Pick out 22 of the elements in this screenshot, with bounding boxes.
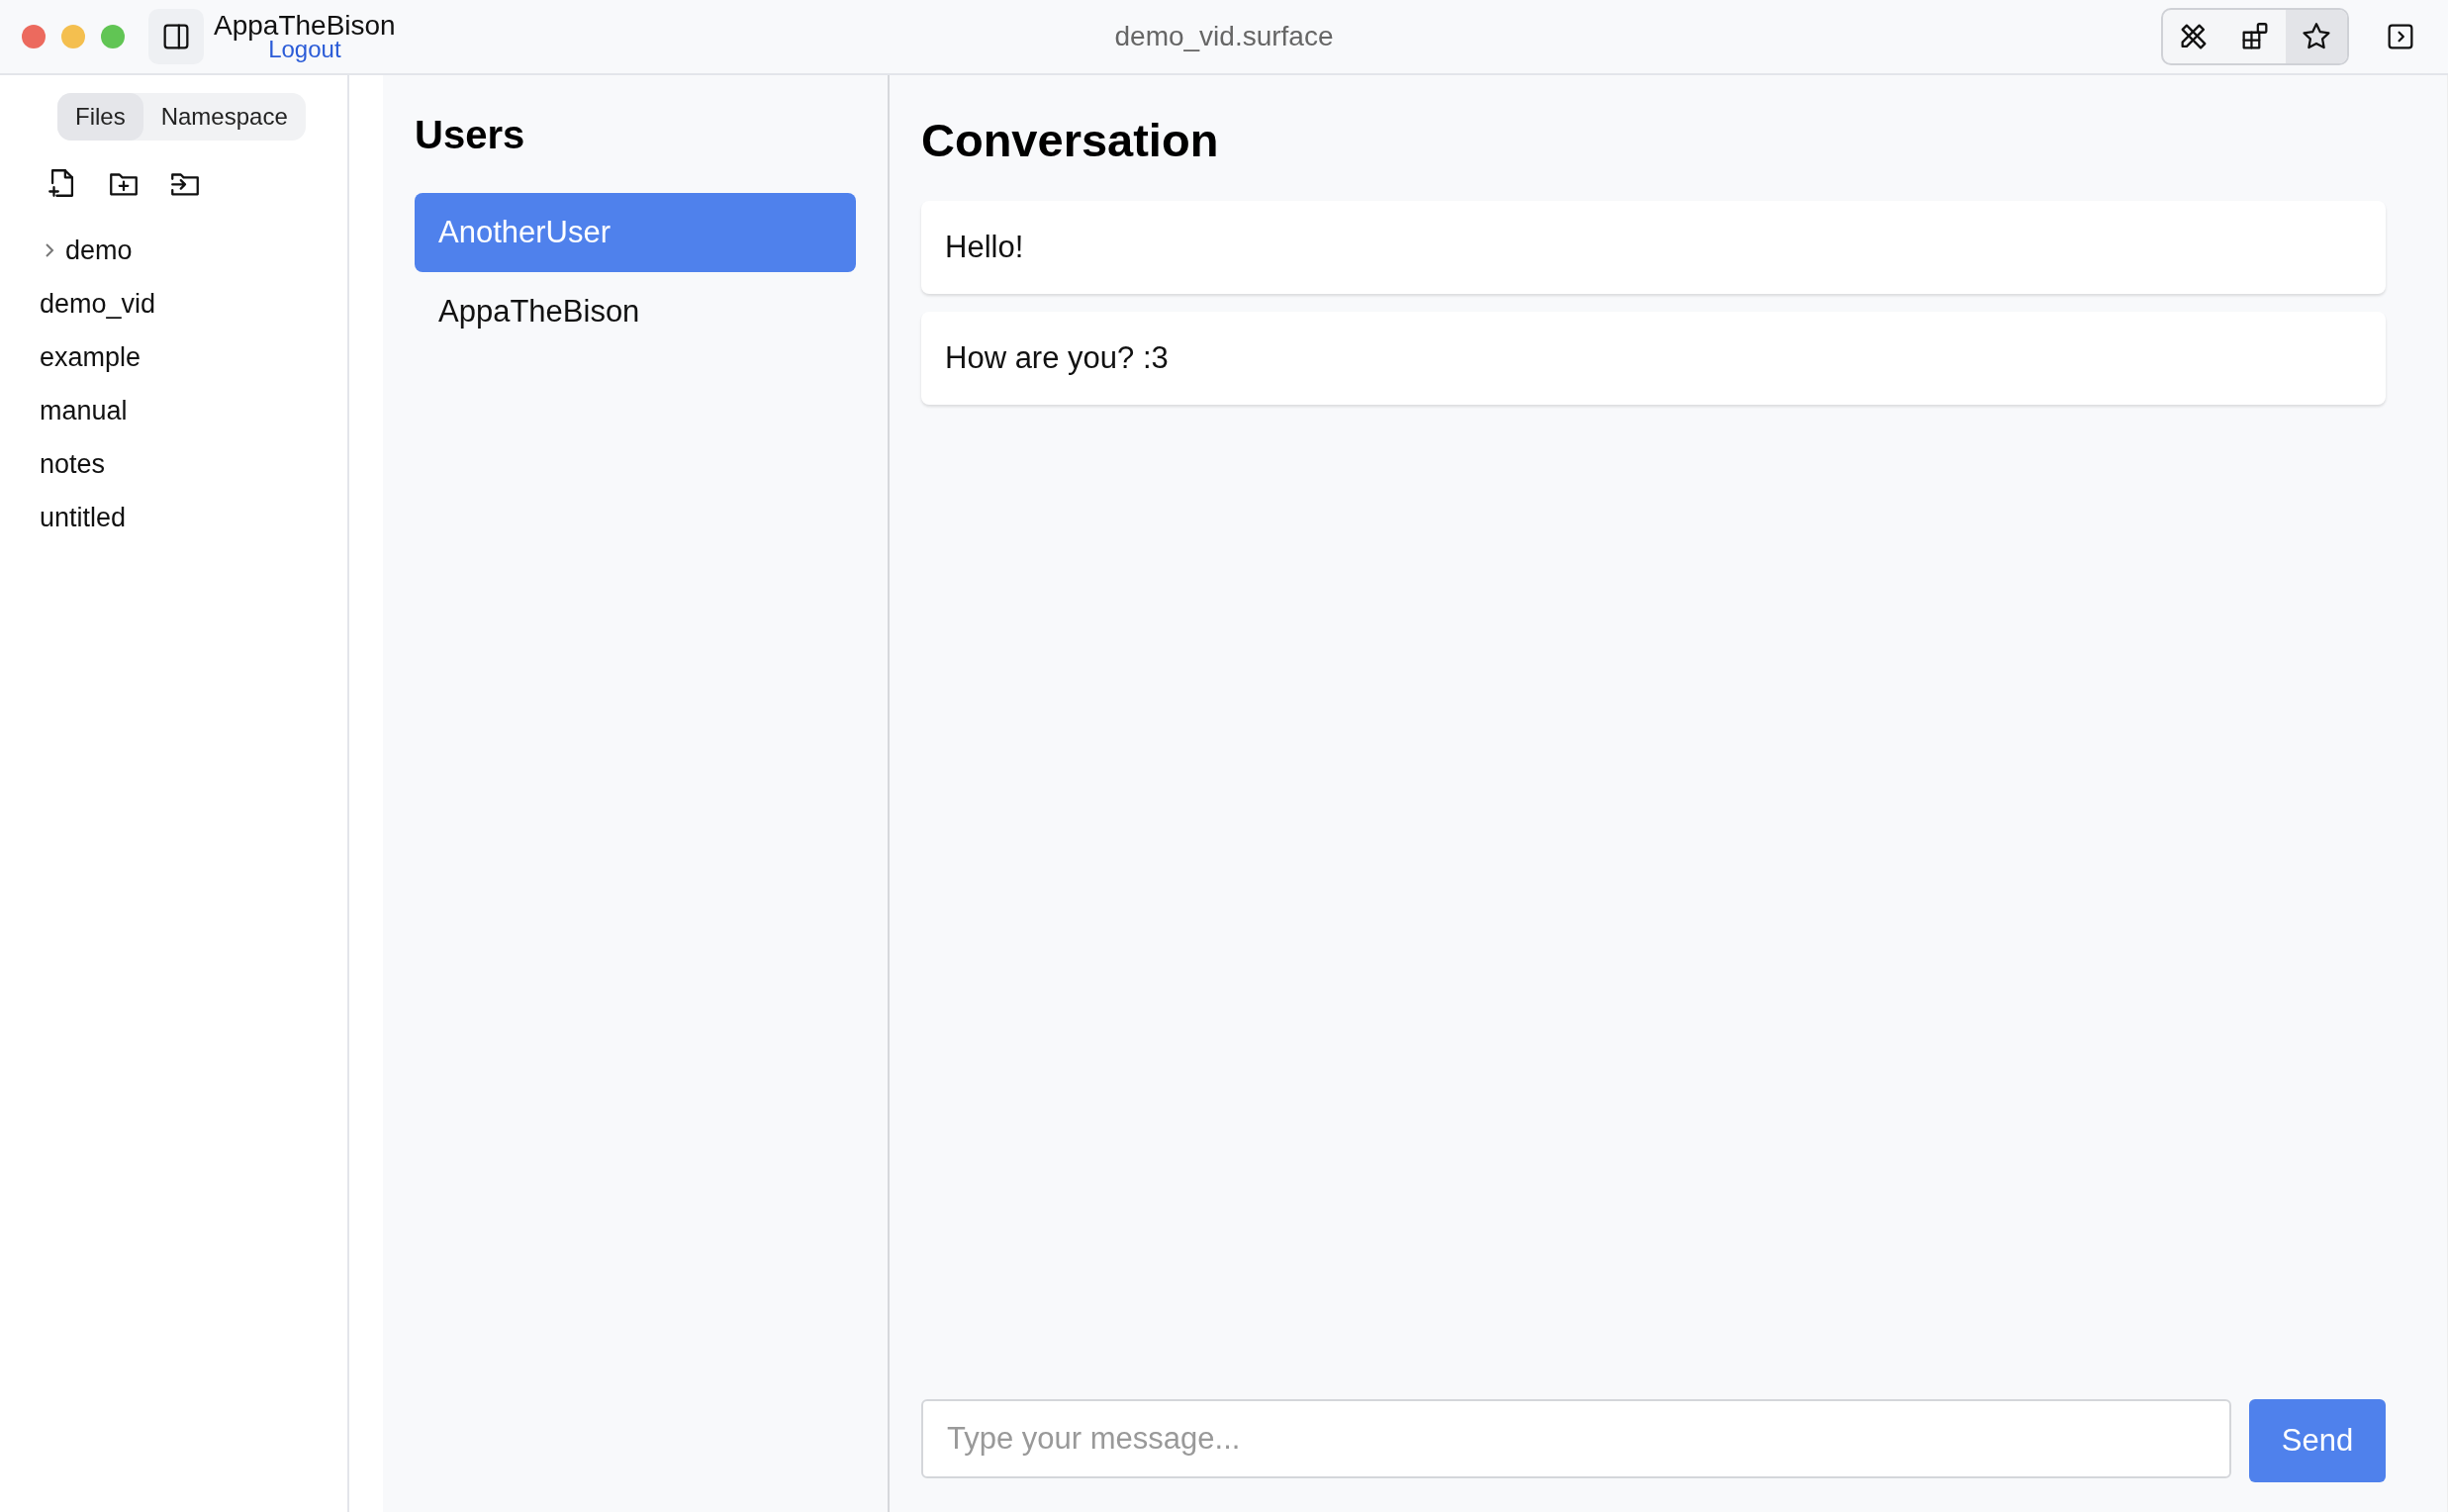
users-heading: Users <box>415 113 526 157</box>
window-title: demo_vid.surface <box>1114 21 1334 52</box>
message-card: Hello! <box>921 201 2386 294</box>
file-item[interactable]: example <box>40 331 347 384</box>
sidebar-toggle-button[interactable] <box>148 9 204 64</box>
message-input[interactable]: Type your message... <box>921 1399 2231 1478</box>
sidebar-tab[interactable]: Namespace <box>142 93 306 141</box>
file-item[interactable]: untitled <box>40 491 347 544</box>
file-item[interactable]: notes <box>40 437 347 491</box>
user-item[interactable]: AppaTheBison <box>415 272 856 351</box>
send-button[interactable]: Send <box>2249 1399 2386 1482</box>
logout-link[interactable]: Logout <box>268 38 341 61</box>
window-button[interactable] <box>22 25 46 48</box>
conversation-heading: Conversation <box>921 113 1220 167</box>
file-item[interactable]: manual <box>40 384 347 437</box>
message-card: How are you? :3 <box>921 312 2386 405</box>
user-item[interactable]: AnotherUser <box>415 193 856 272</box>
sidebar-tab[interactable]: Files <box>57 93 143 141</box>
mode-button[interactable] <box>2286 10 2347 63</box>
file-item[interactable]: demo_vid <box>40 277 347 331</box>
folder-item[interactable]: demo <box>40 224 347 277</box>
username: AppaTheBison <box>214 12 396 40</box>
